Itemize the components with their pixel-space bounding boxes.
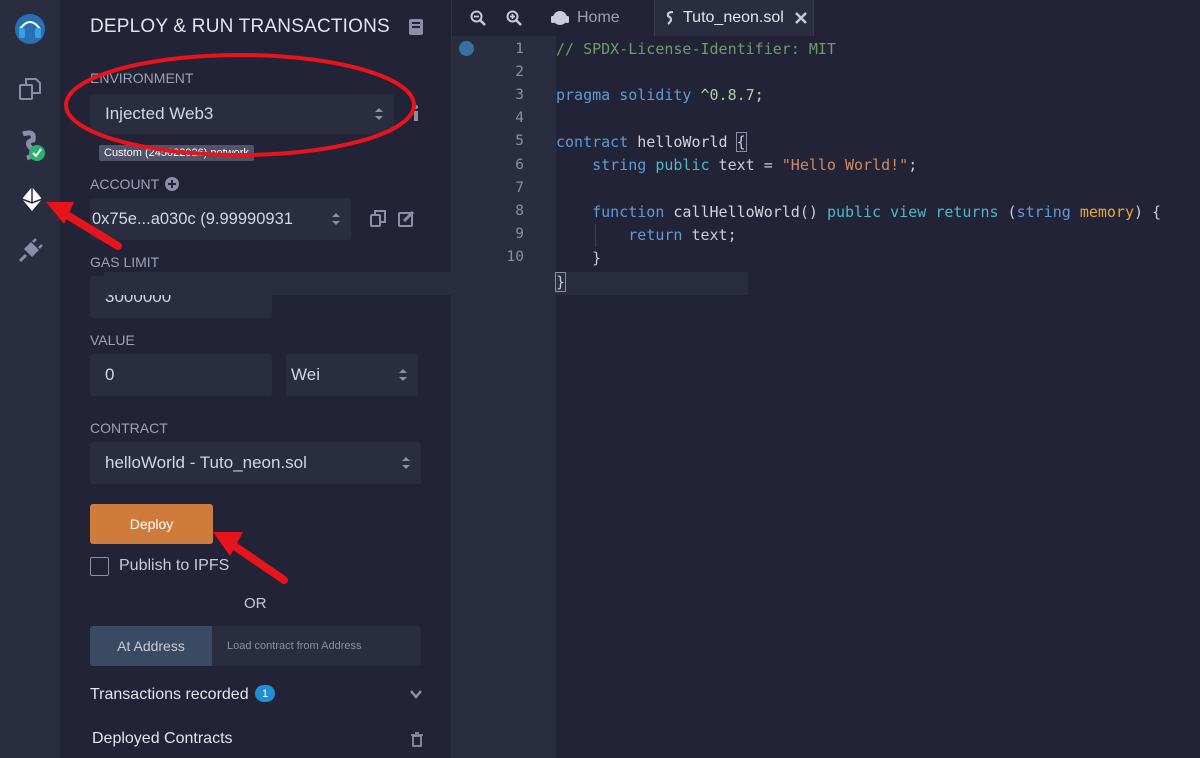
- line-number: 2: [515, 64, 524, 80]
- code-line: contract helloWorld {: [556, 132, 747, 152]
- value-input[interactable]: 0: [90, 354, 272, 396]
- contract-value: helloWorld - Tuto_neon.sol: [105, 453, 307, 472]
- or-divider: OR: [244, 595, 267, 612]
- environment-label: ENVIRONMENT: [90, 70, 194, 86]
- code-line: }: [554, 272, 567, 292]
- zoom-in-icon[interactable]: [506, 10, 522, 26]
- deployed-contracts-label: Deployed Contracts: [92, 730, 233, 747]
- editor-gutter: 1 2 3 4 5 6 7 8 9 10 11: [452, 36, 556, 758]
- remix-home-icon: [551, 11, 569, 25]
- code-line: // SPDX-License-Identifier: MIT: [556, 40, 836, 58]
- account-select[interactable]: 0x75e...a030c (9.99990931: [90, 198, 351, 240]
- tab-home-label: Home: [577, 9, 620, 26]
- copy-icon[interactable]: [370, 210, 386, 227]
- solidity-file-icon: [666, 11, 674, 25]
- code-line: string public text = "Hello World!";: [592, 156, 918, 174]
- add-account-icon[interactable]: [165, 177, 179, 191]
- indent-guide: [595, 224, 596, 247]
- tab-tuto-neon[interactable]: Tuto_neon.sol: [654, 0, 814, 36]
- line-number: 8: [515, 203, 524, 219]
- chevron-down-icon[interactable]: [410, 690, 422, 699]
- solidity-compiler-icon[interactable]: [0, 122, 60, 168]
- publish-ipfs-checkbox[interactable]: [90, 557, 109, 576]
- value-amount: 0: [105, 365, 115, 384]
- network-tooltip: Custom (245022926) network: [99, 145, 254, 161]
- value-label: VALUE: [90, 332, 135, 348]
- select-arrows-icon: [375, 108, 383, 120]
- info-icon[interactable]: [411, 104, 421, 122]
- publish-ipfs-label: Publish to IPFS: [119, 557, 230, 574]
- load-address-input[interactable]: Load contract from Address: [212, 626, 421, 666]
- line-number: 6: [515, 157, 524, 173]
- contract-select[interactable]: helloWorld - Tuto_neon.sol: [90, 442, 421, 484]
- account-value: 0x75e...a030c (9.99990931: [92, 209, 293, 228]
- trash-icon[interactable]: [411, 732, 423, 747]
- code-line: function callHelloWorld() public view re…: [592, 203, 1162, 221]
- select-arrows-icon: [399, 369, 407, 381]
- code-line: return text;: [628, 226, 737, 244]
- select-arrows-icon: [332, 213, 340, 225]
- line-number: 9: [515, 226, 524, 242]
- line-number: 1: [515, 41, 524, 57]
- line-number: 7: [515, 180, 524, 196]
- line-number: 4: [515, 110, 524, 126]
- plugin-manager-icon[interactable]: [0, 228, 60, 274]
- gas-limit-label: GAS LIMIT: [90, 254, 160, 270]
- value-unit: Wei: [291, 365, 320, 384]
- contract-label: CONTRACT: [90, 420, 168, 436]
- editor-tabs: Home Tuto_neon.sol: [452, 0, 1200, 36]
- code-area[interactable]: // SPDX-License-Identifier: MIT pragma s…: [554, 36, 1200, 758]
- panel-title: DEPLOY & RUN TRANSACTIONS: [90, 16, 390, 37]
- close-tab-icon[interactable]: [794, 11, 808, 25]
- zoom-out-icon[interactable]: [470, 10, 486, 26]
- edit-icon[interactable]: [398, 210, 415, 227]
- at-address-button[interactable]: At Address: [90, 626, 212, 666]
- transactions-count-badge: 1: [255, 685, 275, 702]
- tab-tuto-neon-label: Tuto_neon.sol: [683, 9, 784, 26]
- select-arrows-icon: [402, 457, 410, 469]
- value-unit-select[interactable]: Wei: [286, 354, 418, 396]
- tab-home[interactable]: Home: [550, 0, 650, 36]
- environment-select[interactable]: Injected Web3: [90, 94, 394, 134]
- code-line: pragma solidity ^0.8.7;: [556, 86, 764, 104]
- code-line: }: [556, 249, 602, 267]
- deploy-run-panel: DEPLOY & RUN TRANSACTIONS ENVIRONMENT In…: [60, 0, 452, 758]
- documentation-icon[interactable]: [408, 18, 424, 41]
- deploy-run-icon[interactable]: [0, 176, 60, 222]
- line-number: 3: [515, 87, 524, 103]
- environment-value: Injected Web3: [105, 104, 214, 123]
- line-number: 5: [515, 133, 524, 149]
- remix-logo-icon[interactable]: [0, 6, 60, 52]
- transactions-recorded-label[interactable]: Transactions recorded: [90, 686, 249, 704]
- line-number: 10: [506, 249, 524, 265]
- account-label: ACCOUNT: [90, 176, 160, 192]
- icon-rail: [0, 0, 60, 758]
- deploy-button[interactable]: Deploy: [90, 504, 213, 544]
- file-explorer-icon[interactable]: [0, 66, 60, 112]
